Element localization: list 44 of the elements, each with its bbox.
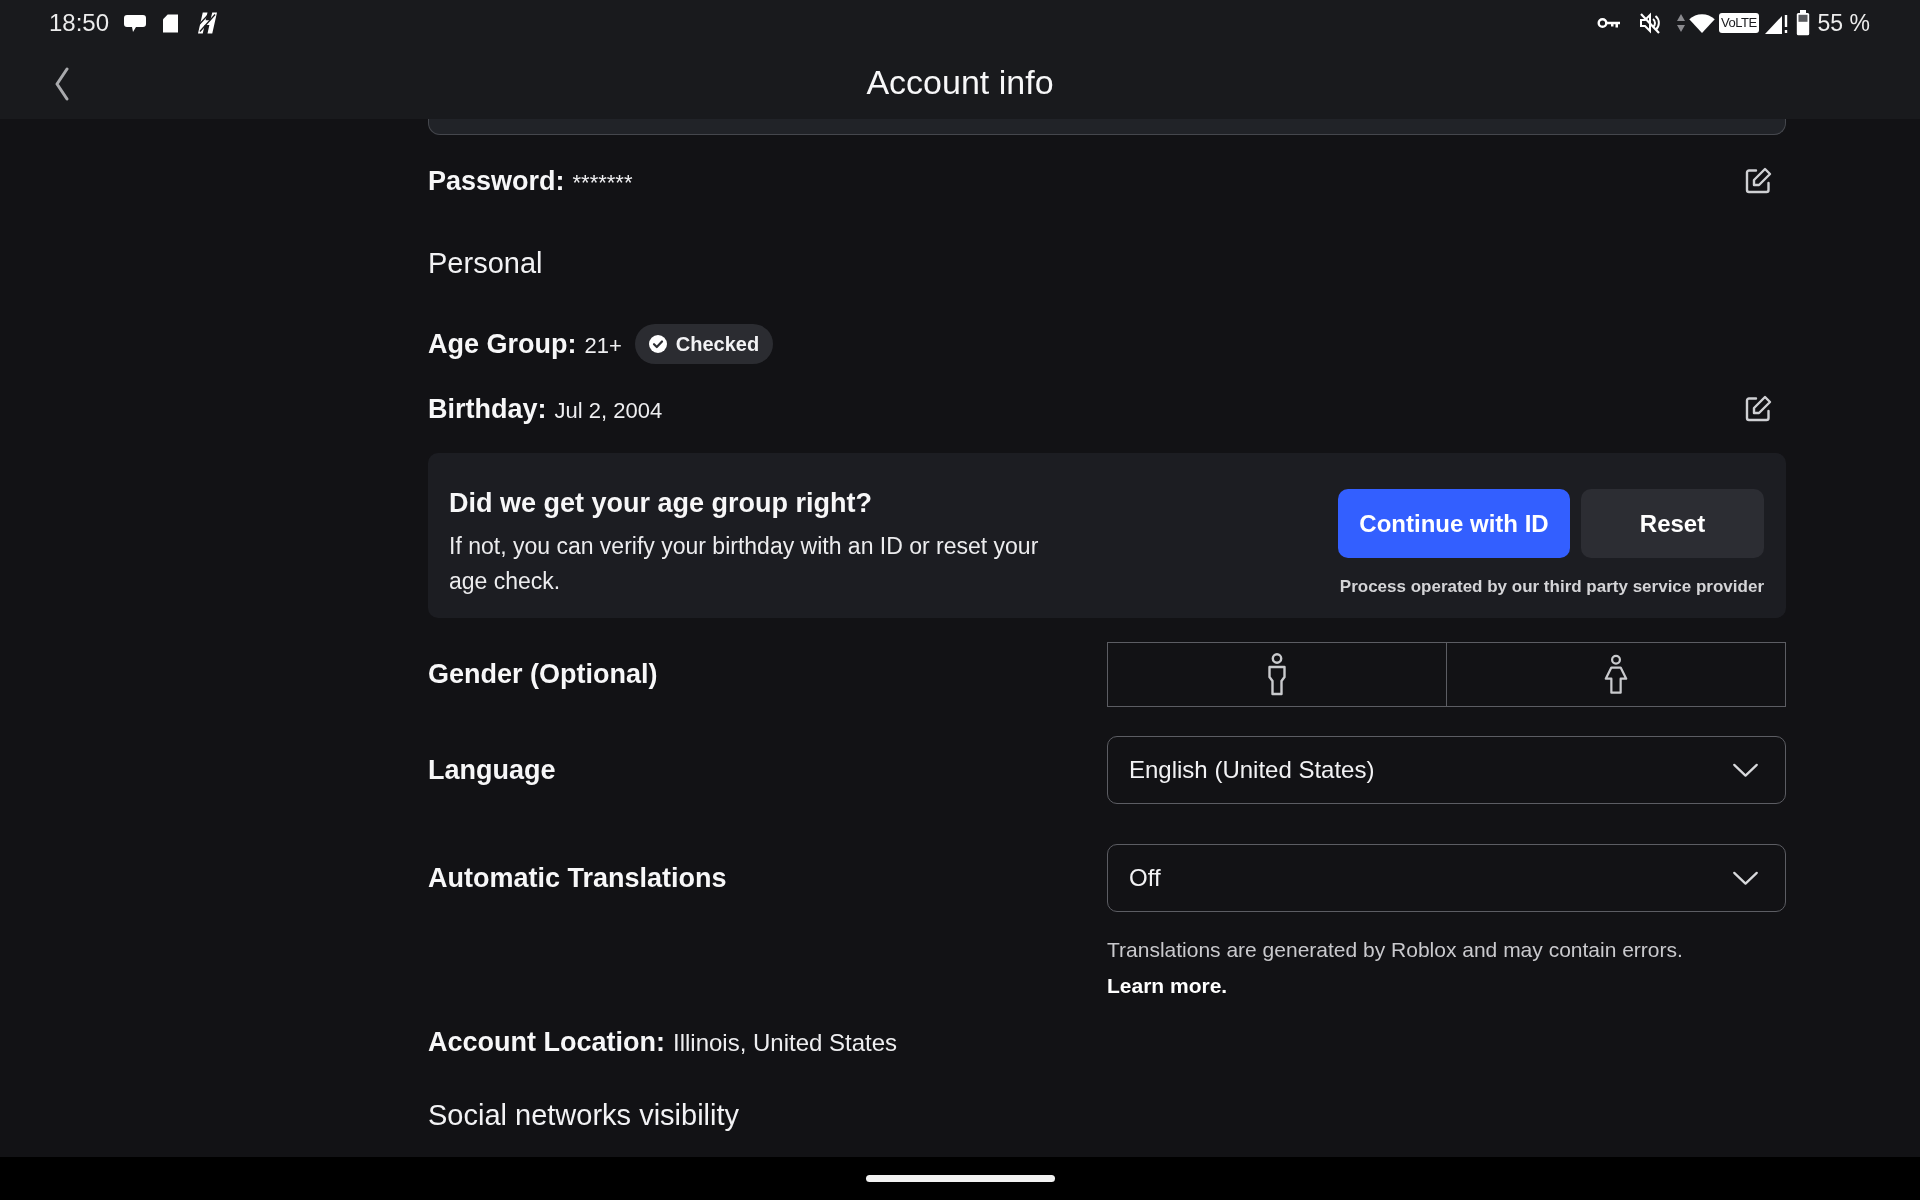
edit-icon[interactable] [1743,394,1773,424]
sd-card-icon [163,13,179,33]
field-value: Illinois, United States [673,1028,898,1057]
edit-icon[interactable] [1743,166,1773,196]
section-heading: Social networks visibility [428,1098,740,1132]
setting-label: Automatic Translations [428,862,727,894]
translation-note: Translations are generated by Roblox and may contain errors. Learn more. [1107,937,1684,999]
back-icon [55,67,69,101]
action-button[interactable]: Continue with ID [1338,489,1570,558]
chevron-down-icon [1732,870,1759,886]
gesture-handle[interactable] [865,1175,1055,1182]
translations-dropdown[interactable]: Off [1107,844,1786,912]
volte-indicator: VoLTE [1719,13,1759,33]
field-label: Birthday: [428,393,547,425]
wifi-icon [1689,13,1715,33]
signal-icon [1764,12,1789,34]
learn-more-link[interactable]: Learn more. [1107,974,1228,997]
screen-title: Account info [866,63,1054,102]
setting-label: Language [428,754,556,786]
field-value: Jul 2, 2004 [554,397,663,424]
field-value: ******* [572,169,633,196]
card-text: If not, you can verify your birthday with an ID or reset your age check. [449,532,1040,596]
field-value: 21+ [584,332,622,359]
badge-label: Checked [675,332,760,356]
provider-note: Process operated by our third party service provider [1339,576,1764,598]
card-title: Did we get your age group right? [449,489,873,517]
setting-label: Gender (Optional) [428,659,658,690]
action-button[interactable]: Reset [1581,489,1764,558]
female-figure-icon [1603,652,1629,697]
field-label: Account Location: [428,1026,665,1058]
message-icon [124,14,147,32]
field-label: Age Group: [428,328,577,360]
key-icon [1597,17,1621,29]
clock-time: 18:50 [49,9,110,37]
check-circle-icon [648,335,667,353]
battery-percent: 55 % [1817,9,1870,37]
chevron-down-icon [1732,762,1759,778]
language-dropdown[interactable]: English (United States) [1107,736,1786,804]
section-heading: Personal [428,246,543,280]
field-label: Password: [428,165,565,197]
mute-icon [1639,12,1661,34]
slashed-h-icon [198,12,218,34]
data-arrows-icon [1677,13,1685,33]
battery-icon [1795,10,1810,36]
